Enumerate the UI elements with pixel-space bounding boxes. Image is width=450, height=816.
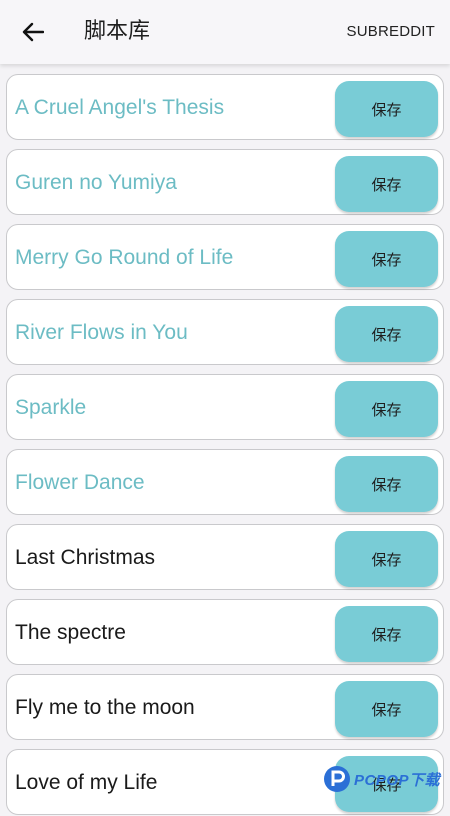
save-button[interactable]: 保存	[335, 381, 438, 437]
script-list-item[interactable]: Fly me to the moon 保存	[6, 674, 444, 740]
script-title: Guren no Yumiya	[15, 171, 177, 194]
script-list-item[interactable]: Guren no Yumiya 保存	[6, 149, 444, 215]
script-list-item[interactable]: Flower Dance 保存	[6, 449, 444, 515]
app-bar: 脚本库 SUBREDDIT	[0, 0, 450, 64]
script-list-item[interactable]: Last Christmas 保存	[6, 524, 444, 590]
script-title: Last Christmas	[15, 546, 156, 569]
script-list-item[interactable]: A Cruel Angel's Thesis 保存	[6, 74, 444, 140]
script-list-item[interactable]: Sparkle 保存	[6, 374, 444, 440]
back-button[interactable]	[18, 18, 48, 46]
script-title: The spectre	[15, 621, 126, 644]
watermark-text: PCPOP下载	[353, 771, 440, 789]
script-list-item[interactable]: River Flows in You 保存	[6, 299, 444, 365]
watermark: PCPOP下载	[322, 764, 440, 794]
script-title: River Flows in You	[15, 321, 188, 344]
page-title: 脚本库	[84, 19, 151, 44]
save-button[interactable]: 保存	[335, 81, 438, 137]
script-title: Flower Dance	[15, 471, 145, 494]
script-list-item[interactable]: The spectre 保存	[6, 599, 444, 665]
script-title: Fly me to the moon	[15, 696, 195, 719]
subreddit-button[interactable]: SUBREDDIT	[347, 20, 435, 44]
script-title: Love of my Life	[15, 771, 158, 794]
script-list-item[interactable]: Merry Go Round of Life 保存	[6, 224, 444, 290]
save-button[interactable]: 保存	[335, 531, 438, 587]
save-button[interactable]: 保存	[335, 306, 438, 362]
arrow-left-icon	[22, 22, 44, 42]
save-button[interactable]: 保存	[335, 156, 438, 212]
save-button[interactable]: 保存	[335, 456, 438, 512]
script-title: Sparkle	[15, 396, 87, 419]
save-button[interactable]: 保存	[335, 681, 438, 737]
save-button[interactable]: 保存	[335, 606, 438, 662]
script-title: A Cruel Angel's Thesis	[15, 96, 225, 119]
save-button[interactable]: 保存	[335, 231, 438, 287]
script-title: Merry Go Round of Life	[15, 246, 234, 269]
pcpop-logo-icon	[323, 766, 350, 792]
